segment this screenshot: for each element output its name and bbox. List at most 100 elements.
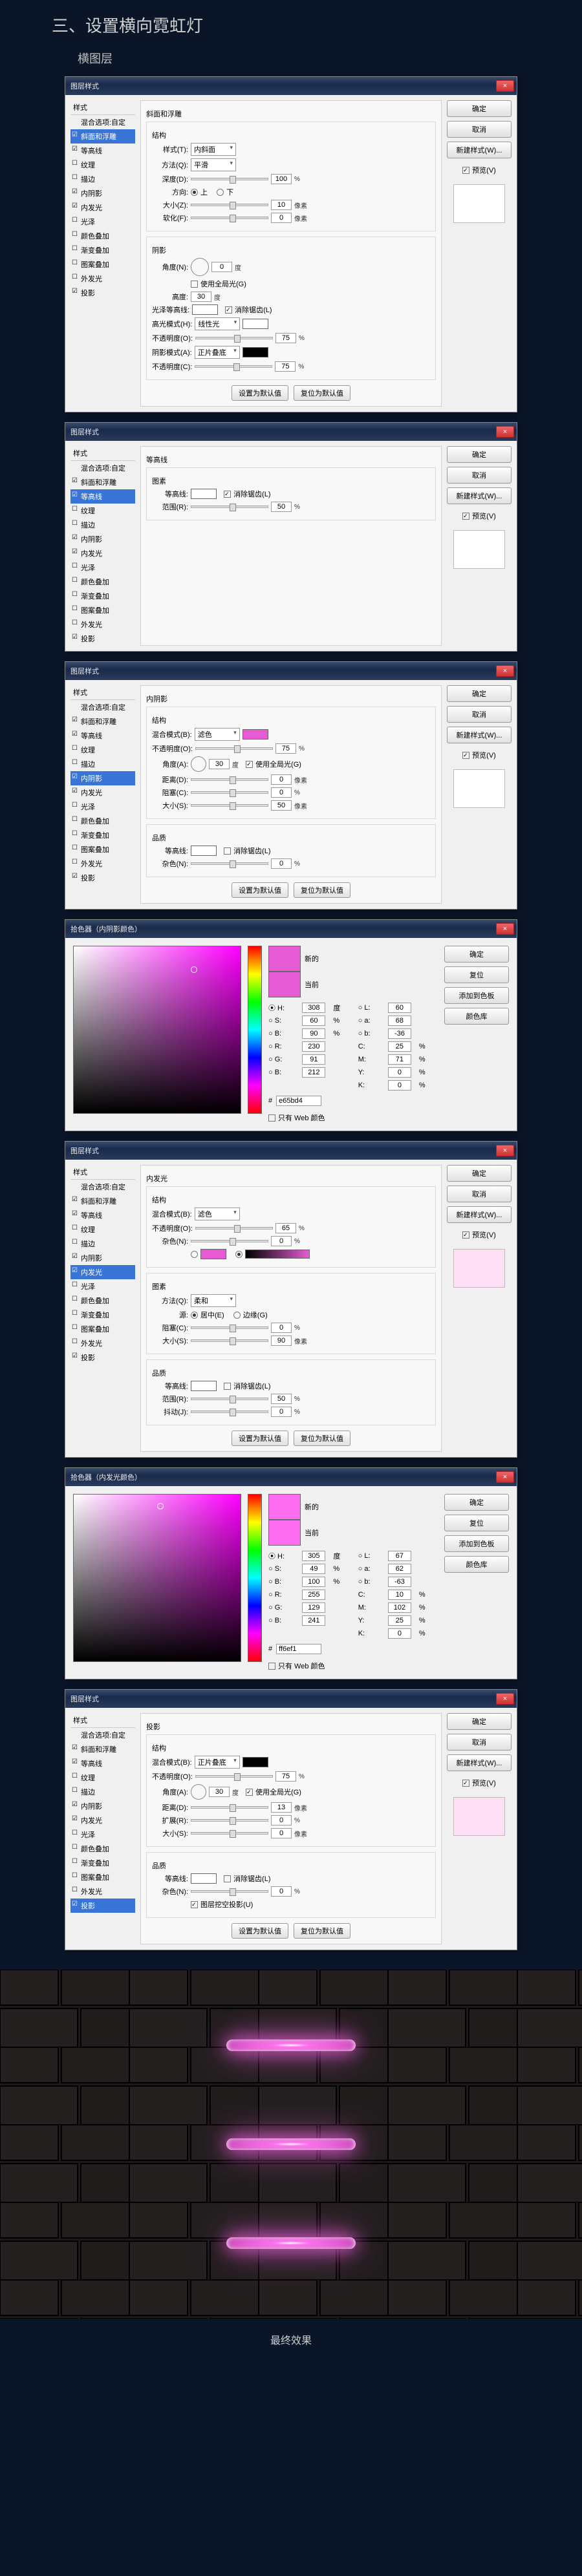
noise-slider[interactable] bbox=[191, 1890, 268, 1893]
size-slider[interactable] bbox=[191, 804, 268, 807]
shadow-mode-dropdown[interactable]: 正片叠底 bbox=[195, 346, 240, 359]
g-input[interactable] bbox=[302, 1054, 325, 1065]
reset-default-button[interactable]: 复位为默认值 bbox=[294, 882, 350, 898]
noise-slider[interactable] bbox=[191, 1240, 268, 1242]
ok-button[interactable]: 确定 bbox=[444, 1494, 509, 1511]
blend-dropdown[interactable]: 正片叠底 bbox=[195, 1756, 240, 1769]
size-slider[interactable] bbox=[191, 1339, 268, 1342]
spread-input[interactable]: 0 bbox=[271, 1815, 292, 1826]
g-input[interactable] bbox=[302, 1602, 325, 1613]
style-inner-glow[interactable]: 内发光 bbox=[70, 1265, 135, 1279]
noise-slider[interactable] bbox=[191, 862, 268, 865]
add-swatch-button[interactable]: 添加到色板 bbox=[444, 987, 509, 1004]
web-colors-checkbox[interactable] bbox=[268, 1663, 275, 1670]
global-light-checkbox[interactable] bbox=[191, 281, 198, 288]
distance-input[interactable]: 13 bbox=[271, 1802, 292, 1813]
new-style-button[interactable]: 新建样式(W)... bbox=[447, 487, 512, 504]
noise-input[interactable]: 0 bbox=[271, 858, 292, 869]
saturation-box[interactable] bbox=[73, 946, 241, 1114]
style-satin[interactable]: 光泽 bbox=[70, 560, 135, 575]
soften-slider[interactable] bbox=[191, 217, 268, 219]
distance-input[interactable]: 0 bbox=[271, 774, 292, 785]
blend-dropdown[interactable]: 滤色 bbox=[195, 1208, 240, 1220]
style-color-overlay[interactable]: 颜色叠加 bbox=[70, 229, 135, 243]
hue-bar[interactable] bbox=[248, 946, 262, 1114]
opacity-slider[interactable] bbox=[195, 747, 273, 750]
reset-default-button[interactable]: 复位为默认值 bbox=[294, 385, 350, 401]
a-input[interactable] bbox=[388, 1016, 411, 1026]
style-inner-shadow[interactable]: 内阴影 bbox=[70, 186, 135, 200]
technique-dropdown[interactable]: 柔和 bbox=[191, 1294, 236, 1307]
close-icon[interactable]: × bbox=[496, 665, 514, 677]
choke-input[interactable]: 0 bbox=[271, 787, 292, 798]
size-slider[interactable] bbox=[191, 1832, 268, 1835]
depth-input[interactable]: 100 bbox=[271, 174, 292, 184]
style-outer-glow[interactable]: 外发光 bbox=[70, 271, 135, 286]
angle-input[interactable]: 0 bbox=[211, 262, 232, 272]
angle-dial[interactable] bbox=[191, 1784, 206, 1800]
size-input[interactable]: 90 bbox=[271, 1336, 292, 1346]
range-slider[interactable] bbox=[191, 506, 268, 508]
antialias-checkbox[interactable] bbox=[225, 306, 232, 314]
gradient-radio[interactable] bbox=[235, 1251, 242, 1258]
bv-input[interactable] bbox=[302, 1028, 325, 1039]
angle-input[interactable]: 30 bbox=[209, 1787, 230, 1797]
size-input[interactable]: 50 bbox=[271, 800, 292, 811]
preview-checkbox[interactable] bbox=[462, 1780, 469, 1787]
color-lib-button[interactable]: 颜色库 bbox=[444, 1556, 509, 1573]
shadow-opacity-input[interactable]: 75 bbox=[275, 361, 296, 372]
ok-button[interactable]: 确定 bbox=[447, 446, 512, 463]
c-input[interactable] bbox=[388, 1590, 411, 1600]
style-dropdown[interactable]: 内斜面 bbox=[191, 143, 236, 156]
ok-button[interactable]: 确定 bbox=[447, 1713, 512, 1730]
style-pattern-overlay[interactable]: 图案叠加 bbox=[70, 603, 135, 617]
highlight-opacity-input[interactable]: 75 bbox=[275, 333, 296, 343]
soften-input[interactable]: 0 bbox=[271, 213, 292, 223]
ok-button[interactable]: 确定 bbox=[447, 685, 512, 702]
y-input[interactable] bbox=[388, 1615, 411, 1626]
a-input[interactable] bbox=[388, 1564, 411, 1574]
style-bevel[interactable]: 斜面和浮雕 bbox=[70, 129, 135, 144]
style-drop-shadow[interactable]: 投影 bbox=[70, 632, 135, 646]
cancel-button[interactable]: 取消 bbox=[447, 706, 512, 723]
knockout-checkbox[interactable] bbox=[191, 1901, 198, 1908]
new-style-button[interactable]: 新建样式(W)... bbox=[447, 1206, 512, 1223]
style-bevel[interactable]: 斜面和浮雕 bbox=[70, 475, 135, 489]
style-gradient-overlay[interactable]: 渐变叠加 bbox=[70, 243, 135, 257]
antialias-checkbox[interactable] bbox=[224, 847, 231, 855]
c-input[interactable] bbox=[388, 1041, 411, 1052]
cancel-button[interactable]: 复位 bbox=[444, 1515, 509, 1531]
contour-picker[interactable] bbox=[191, 1381, 217, 1391]
shadow-opacity-slider[interactable] bbox=[195, 365, 272, 368]
antialias-checkbox[interactable] bbox=[224, 491, 231, 498]
style-drop-shadow[interactable]: 投影 bbox=[70, 286, 135, 300]
jitter-slider[interactable] bbox=[191, 1410, 268, 1413]
s-input[interactable] bbox=[302, 1564, 325, 1574]
style-inner-glow[interactable]: 内发光 bbox=[70, 546, 135, 560]
antialias-checkbox[interactable] bbox=[224, 1383, 231, 1390]
saturation-box[interactable] bbox=[73, 1494, 241, 1662]
r-input[interactable] bbox=[302, 1590, 325, 1600]
color-cursor[interactable] bbox=[191, 966, 197, 973]
hex-input[interactable] bbox=[276, 1644, 321, 1654]
choke-input[interactable]: 0 bbox=[271, 1323, 292, 1333]
titlebar[interactable]: 图层样式× bbox=[65, 423, 517, 441]
style-texture[interactable]: 纹理 bbox=[70, 504, 135, 518]
ok-button[interactable]: 确定 bbox=[444, 946, 509, 963]
jitter-input[interactable]: 0 bbox=[271, 1407, 292, 1417]
style-contour[interactable]: 等高线 bbox=[70, 144, 135, 158]
style-drop-shadow[interactable]: 投影 bbox=[70, 1899, 135, 1913]
choke-slider[interactable] bbox=[191, 1326, 268, 1329]
style-color-overlay[interactable]: 颜色叠加 bbox=[70, 575, 135, 589]
set-default-button[interactable]: 设置为默认值 bbox=[232, 1923, 288, 1939]
color-lib-button[interactable]: 颜色库 bbox=[444, 1008, 509, 1025]
titlebar[interactable]: 图层样式 × bbox=[65, 77, 517, 95]
style-inner-shadow[interactable]: 内阴影 bbox=[70, 532, 135, 546]
range-input[interactable]: 50 bbox=[271, 1394, 292, 1404]
blend-dropdown[interactable]: 滤色 bbox=[195, 728, 240, 741]
shadow-color[interactable] bbox=[242, 347, 268, 357]
angle-input[interactable]: 30 bbox=[209, 759, 230, 769]
shadow-color[interactable] bbox=[242, 1757, 268, 1767]
b-input[interactable] bbox=[302, 1067, 325, 1078]
preview-checkbox[interactable] bbox=[462, 1231, 469, 1239]
